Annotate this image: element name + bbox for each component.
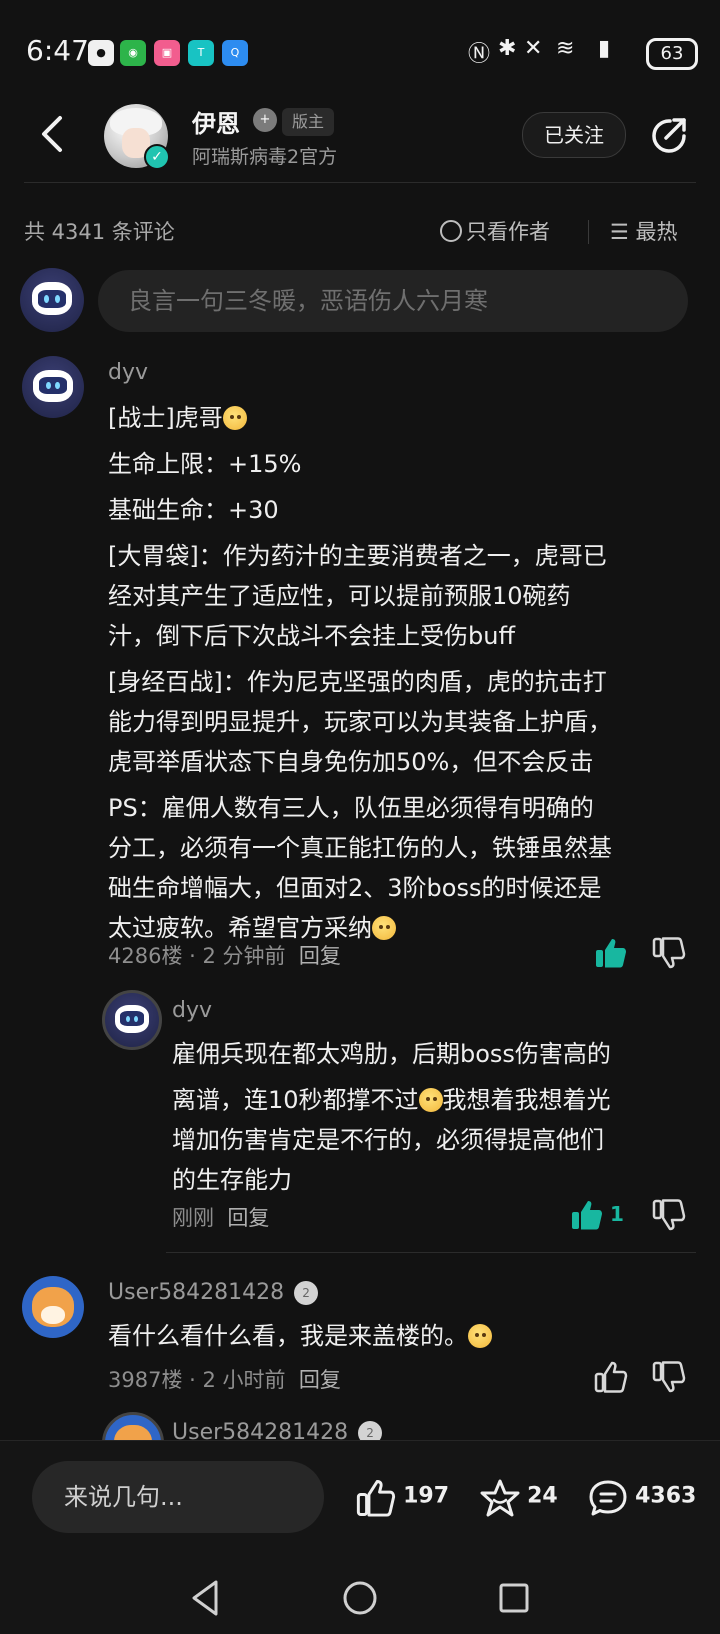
my-avatar [20,268,84,332]
taptap-icon: T [188,40,214,66]
smile-emoji-icon [418,1088,443,1112]
comment-meta: 3987楼 · 2 小时前 回复 [108,1368,341,1392]
comment-input[interactable]: 良言一句三冬暖，恶语伤人六月寒 [98,270,688,332]
level-badge: 2 [294,1281,319,1305]
back-icon[interactable] [34,112,70,156]
like-post-button[interactable]: 197 [354,1478,449,1518]
comment-meta: 4286楼 · 2 分钟前 回复 [108,944,341,968]
nav-home-icon[interactable] [340,1578,380,1618]
dislike-icon[interactable] [652,1198,686,1232]
reply-name[interactable]: dyv [172,998,212,1023]
commenter-name-row: User584281428 2 [108,1280,319,1305]
reply-meta: 刚刚 回复 [172,1202,269,1232]
comment-count: 共 4341 条评论 [24,220,175,244]
mute-icon: ✕ [524,36,543,61]
comment-line: 经对其产生了适应性，可以提前预服10碗药 [108,582,571,610]
comment-line: PS：雇佣人数有三人，队伍里必须得有明确的 [108,794,594,822]
comment-divider [166,1252,696,1253]
comment-line: 基础生命：+30 [108,496,279,524]
reply-time: 刚刚 [172,1206,214,1230]
moderator-badge: 版主 [282,108,335,136]
comment-line: 生命上限：+15% [108,450,302,478]
search-app-icon: Q [222,40,248,66]
like-filled-icon[interactable] [594,936,628,970]
commenter-avatar[interactable] [22,1276,84,1338]
comment-line: [身经百战]：作为尼克坚强的肉盾，虎的抗击打 [108,668,607,696]
status-bar: 6:47 ● ◉ ▣ T Q Ⓝ ✱ ✕ ≋ ▮ 63 [0,0,720,100]
bilibili-icon: ▣ [154,40,180,66]
sort-toggle[interactable]: ☰ 最热 [610,216,678,246]
comment-time: 2 分钟前 [202,944,286,968]
commenter-name[interactable]: dyv [108,360,148,385]
reply-line: 增加伤害肯定是不行的，必须得提高他们 [172,1126,604,1154]
author-name[interactable]: 伊恩 [192,104,240,139]
reply-line: 离谱，连10秒都撑不过 我想着我想着光 [172,1086,611,1114]
star-icon [480,1479,520,1517]
qq-icon: ● [88,40,114,66]
floor-number: 3987楼 [108,1368,183,1392]
like-icon [356,1480,396,1517]
favorite-count: 24 [527,1483,558,1509]
author-subtitle: 阿瑞斯病毒2官方 [192,146,338,168]
say-something-input[interactable]: 来说几句... [32,1461,324,1533]
comment-line: [大胃袋]：作为药汁的主要消费者之一，虎哥已 [108,542,607,570]
reply-link[interactable]: 回复 [227,1206,269,1230]
reply-link[interactable]: 回复 [299,944,341,968]
nfc-icon: Ⓝ [468,42,491,67]
filter-separator [588,220,589,244]
favorite-button[interactable]: 24 [478,1478,558,1518]
comment-line: 分工，必须有一个真正能扛伤的人，铁锤虽然基 [108,834,612,862]
dislike-icon[interactable] [652,936,686,970]
reply-line: 的生存能力 [172,1166,292,1194]
only-author-label: 只看作者 [466,220,550,244]
comment-body: 看什么看什么看，我是来盖楼的。 [108,1316,492,1356]
comment-line: 能力得到明显提升，玩家可以为其装备上护盾， [108,708,612,736]
cool-emoji-icon [468,1324,492,1348]
like-filled-icon[interactable] [570,1198,604,1232]
comment-time: 2 小时前 [202,1368,286,1392]
reply-line: 雇佣兵现在都太鸡肋，后期boss伤害高的 [172,1040,611,1068]
comment-line: 虎哥举盾状态下自身免伤加50%，但不会反击 [108,748,594,776]
comments-button[interactable]: 4363 [586,1478,696,1518]
comment-total: 4363 [635,1483,697,1509]
bluetooth-icon: ✱ [498,36,517,61]
comment-body: [战士]虎哥 生命上限：+15% 基础生命：+30 [大胃袋]：作为药汁的主要消… [108,398,698,948]
nav-recents-icon[interactable] [496,1580,532,1616]
verified-icon: ✓ [144,144,170,170]
reply-like-count: 1 [610,1202,624,1226]
dislike-icon[interactable] [652,1360,686,1394]
reply-avatar[interactable] [102,990,162,1050]
follow-button[interactable]: 已关注 [522,112,626,158]
floor-number: 4286楼 [108,944,183,968]
comment-line: 汁，倒下后下次战斗不会挂上受伤buff [108,622,515,650]
status-time: 6:47 [26,34,89,67]
sort-label: 最热 [635,220,678,244]
wechat-icon: ◉ [120,40,146,66]
reply-body: 雇佣兵现在都太鸡肋，后期boss伤害高的 离谱，连10秒都撑不过 我想着我想着光 … [172,1034,692,1200]
battery-indicator: 63 [646,38,698,70]
nav-back-icon[interactable] [188,1578,224,1618]
wifi-icon: ≋ [556,36,575,61]
like-icon[interactable] [594,1360,628,1394]
creator-icon: + [253,108,277,132]
commenter-avatar[interactable] [22,356,84,418]
share-icon[interactable] [648,114,690,156]
header-divider [24,182,696,183]
smile-emoji-icon [372,916,396,940]
commenter-name[interactable]: User584281428 [108,1280,284,1305]
sort-icon: ☰ [610,220,629,244]
signal-icon: ▮ [598,36,611,61]
reply-link[interactable]: 回复 [299,1368,341,1392]
comment-line: [战士]虎哥 [108,398,698,438]
comment-line: 础生命增幅大，但面对2、3阶boss的时候还是 [108,874,602,902]
comment-bubble-icon [589,1480,627,1516]
like-count: 197 [403,1483,450,1509]
only-author-toggle[interactable]: 只看作者 [440,216,550,246]
smile-emoji-icon [222,406,247,430]
radio-icon [440,220,462,242]
